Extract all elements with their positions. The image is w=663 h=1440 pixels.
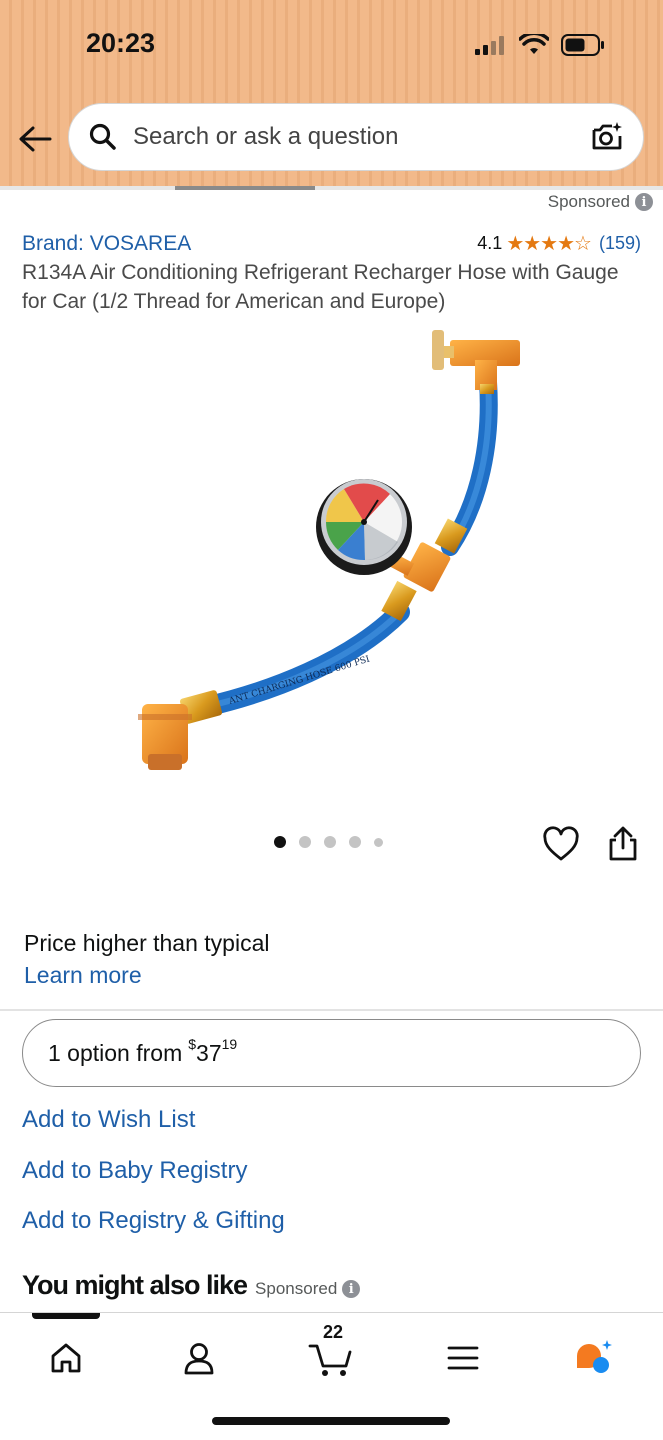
info-icon: i	[635, 193, 653, 211]
rating-value: 4.1	[477, 233, 503, 253]
add-to-registry-gifting-link[interactable]: Add to Registry & Gifting	[22, 1207, 285, 1235]
hose-print: ANT CHARGING HOSE 600 PSI	[227, 654, 371, 707]
nav-active-indicator	[32, 1313, 100, 1319]
recommendations-sponsored[interactable]: Sponsored i	[255, 1279, 361, 1299]
wifi-icon	[519, 34, 549, 54]
section-divider	[0, 1009, 663, 1011]
learn-more-link[interactable]: Learn more	[24, 962, 142, 989]
carousel-dot-2[interactable]	[299, 836, 311, 848]
option-prefix: 1 option from	[48, 1039, 183, 1066]
header-divider	[0, 186, 663, 190]
carousel-dot-5[interactable]	[374, 837, 383, 847]
home-indicator	[212, 1417, 450, 1425]
status-icons	[475, 34, 605, 56]
product-image[interactable]: ANT CHARGING HOSE 600 PSI	[120, 322, 540, 782]
carousel-dot-3[interactable]	[324, 836, 336, 848]
cart-count-badge: 22	[323, 1322, 344, 1342]
price-fraction: 19	[221, 1036, 238, 1052]
brand-link[interactable]: Brand: VOSAREA	[22, 232, 191, 256]
status-time: 20:23	[86, 28, 156, 58]
image-carousel-dots[interactable]	[274, 836, 383, 848]
buying-options-button[interactable]: 1 option from $ 37 19	[22, 1019, 641, 1087]
signal-icon	[475, 36, 504, 55]
product-title[interactable]: R134A Air Conditioning Refrigerant Recha…	[22, 258, 642, 316]
camera-search-icon[interactable]	[587, 117, 627, 157]
account-icon[interactable]	[174, 1333, 224, 1383]
recommendations-header: You might also like Sponsored i	[22, 1270, 361, 1301]
share-icon[interactable]	[606, 826, 640, 862]
add-to-wish-list-link[interactable]: Add to Wish List	[22, 1106, 195, 1134]
info-icon: i	[342, 1280, 361, 1298]
sponsored-label[interactable]: Sponsored i	[548, 192, 653, 212]
recommendations-heading: You might also like	[22, 1270, 248, 1300]
search-icon	[85, 119, 121, 155]
search-bar[interactable]	[68, 103, 644, 171]
carousel-dot-1[interactable]	[274, 836, 286, 848]
header: 20:23	[0, 0, 663, 188]
price-currency: $	[188, 1036, 197, 1052]
back-button[interactable]	[14, 118, 56, 160]
price-whole: 37	[196, 1039, 222, 1066]
battery-icon	[561, 34, 604, 56]
add-to-baby-registry-link[interactable]: Add to Baby Registry	[22, 1157, 247, 1185]
home-icon[interactable]	[41, 1333, 91, 1383]
star-rating-icon: ★★★★☆	[506, 233, 592, 255]
review-count[interactable]: (159)	[599, 233, 641, 254]
rating-summary[interactable]: 4.1 ★★★★☆ (159)	[477, 231, 641, 256]
rufus-icon[interactable]	[570, 1333, 620, 1383]
search-input[interactable]	[133, 123, 587, 151]
menu-icon[interactable]	[438, 1333, 488, 1383]
carousel-dot-4[interactable]	[349, 836, 361, 848]
heart-icon[interactable]	[542, 826, 580, 862]
back-arrow-icon	[19, 126, 52, 152]
price-note: Price higher than typical	[24, 930, 270, 956]
